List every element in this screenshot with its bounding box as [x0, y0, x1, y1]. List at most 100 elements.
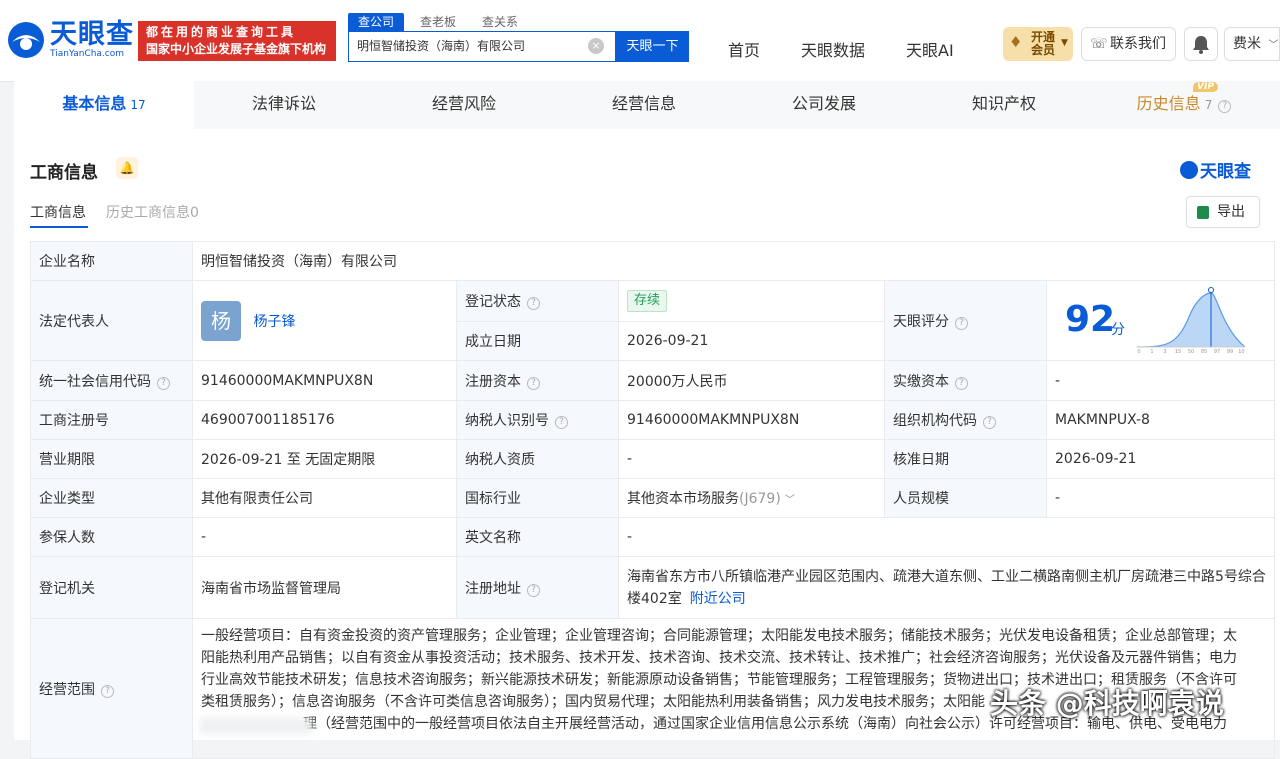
address-cell: 海南省东方市八所镇临港产业园区范围内、疏港大道东侧、工业二横路南侧主机厂房疏港三…	[617, 556, 1276, 619]
notification-bell-icon[interactable]	[1184, 27, 1218, 61]
credit-code-value: 91460000MAKMNPUX8N	[192, 360, 457, 401]
tab-history[interactable]: 历史信息 7?	[1094, 81, 1274, 129]
staff-label: 人员规模	[884, 478, 1047, 518]
reg-status-cell: 存续	[618, 280, 885, 322]
caret-down-icon: ▼	[1061, 38, 1068, 48]
axis-tick-label: 1	[1150, 349, 1153, 355]
help-icon[interactable]: ?	[955, 376, 968, 390]
search-type-tabs: 查公司 查老板 查关系	[348, 13, 534, 31]
tab-label: 经营风险	[431, 94, 496, 113]
slogan-banner: 都在用的商业查询工具 国家中小企业发展子基金旗下机构	[138, 21, 336, 61]
distribution-area	[1137, 293, 1245, 347]
approval-date-label: 核准日期	[884, 439, 1047, 479]
tab-operation[interactable]: 经营信息	[554, 81, 734, 129]
monitor-bell-icon[interactable]: 🔔	[116, 157, 138, 179]
scope-line: 一般经营项目：自有资金投资的资产管理服务；企业管理；企业管理咨询；合同能源管理；…	[201, 628, 1237, 644]
subtab-business-info[interactable]: 工商信息	[30, 202, 86, 222]
help-icon[interactable]: ?	[157, 376, 170, 390]
industry-value: 其他资本市场服务	[627, 491, 739, 507]
address-label: 注册地址?	[456, 556, 619, 619]
nearby-companies-link[interactable]: 附近公司	[690, 591, 746, 607]
legal-rep-link[interactable]: 杨子锋	[253, 314, 295, 330]
help-icon[interactable]: ?	[527, 376, 540, 390]
eye-logo-icon	[6, 20, 46, 60]
taxpayer-id-label-text: 纳税人识别号	[465, 413, 549, 429]
tab-legal[interactable]: 法律诉讼	[194, 81, 374, 129]
axis-tick-label: 97	[1214, 349, 1220, 355]
established-value: 2026-09-21	[618, 321, 885, 361]
table-row: 登记机关 海南省市场监督管理局 注册地址? 海南省东方市八所镇临港产业园区范围内…	[30, 556, 1276, 619]
export-button[interactable]: 导出	[1186, 196, 1260, 228]
taxpayer-qual-label: 纳税人资质	[456, 439, 619, 479]
help-icon[interactable]: ?	[555, 416, 568, 429]
help-icon[interactable]: ?	[955, 316, 968, 330]
axis-tick-label: 85	[1201, 349, 1207, 355]
type-label: 企业类型	[30, 478, 193, 518]
search-tab-boss[interactable]: 查老板	[410, 13, 466, 31]
axis-tick-label: 15	[1175, 349, 1181, 355]
tab-risk[interactable]: 经营风险	[374, 81, 554, 129]
tab-basic-info[interactable]: 基本信息 17	[14, 81, 194, 129]
english-label: 英文名称	[456, 517, 619, 557]
blurred-text-overlay	[200, 718, 312, 734]
reg-no-label: 工商注册号	[30, 400, 193, 440]
org-code-value: MAKMNPUX-8	[1045, 400, 1276, 440]
score-cell[interactable]: 92 分 0 1 3 15 50 85 97 99 100	[1045, 280, 1276, 361]
phone-icon: ☏	[1090, 36, 1108, 52]
type-value: 其他有限责任公司	[192, 478, 457, 518]
english-value: -	[617, 517, 1276, 557]
help-icon[interactable]: ?	[527, 583, 540, 597]
tab-count: 17	[130, 98, 146, 112]
nav-home[interactable]: 首页	[728, 37, 760, 61]
company-tabs: 基本信息 17 法律诉讼 经营风险 经营信息 公司发展 知识产权 历史信息 7?	[14, 81, 1280, 129]
established-label: 成立日期	[456, 321, 619, 361]
reg-status-label: 登记状态?	[456, 280, 619, 322]
search-button[interactable]: 天眼一下	[616, 31, 689, 62]
org-code-label-text: 组织机构代码	[893, 413, 977, 429]
user-menu[interactable]: 费米 ﹀	[1224, 27, 1280, 61]
chevron-down-icon: ﹀	[784, 495, 795, 506]
tab-ip[interactable]: 知识产权	[914, 81, 1094, 129]
axis-tick-label: 50	[1188, 349, 1194, 355]
scope-line: 阳能热利用产品销售；以自有资金从事投资活动；技术服务、技术开发、技术咨询、技术交…	[201, 650, 1237, 666]
tab-label: 经营信息	[611, 94, 676, 113]
nav-ai[interactable]: 天眼AI	[906, 37, 954, 61]
status-badge: 存续	[627, 290, 668, 312]
tab-development[interactable]: 公司发展	[734, 81, 914, 129]
table-row: 统一社会信用代码? 91460000MAKMNPUX8N 注册资本? 20000…	[30, 360, 1276, 401]
term-value: 2026-09-21 至 无固定期限	[192, 439, 457, 479]
authority-label: 登记机关	[30, 556, 193, 619]
help-icon[interactable]: ?	[1218, 100, 1232, 113]
business-info-card: 工商信息 🔔 天眼查 工商信息 历史工商信息0 导出 企业名称 明恒智储投资（海…	[14, 129, 1280, 759]
nav-data[interactable]: 天眼数据	[801, 37, 865, 61]
subtab-history-business-info[interactable]: 历史工商信息0	[106, 202, 199, 222]
table-row: 工商注册号 469007001185176 纳税人识别号? 91460000MA…	[30, 400, 1276, 440]
toutiao-watermark: 头条 @科技啊袁说	[990, 687, 1224, 720]
search-tab-company[interactable]: 查公司	[348, 13, 405, 31]
reg-capital-value: 20000万人民币	[618, 360, 885, 401]
logo-name: 天眼查	[50, 19, 134, 50]
tab-label: 历史信息	[1136, 94, 1201, 113]
score-label-text: 天眼评分	[893, 313, 949, 330]
help-icon[interactable]: ?	[101, 684, 114, 698]
help-icon[interactable]: ?	[983, 416, 996, 429]
clear-icon[interactable]: ×	[588, 38, 604, 54]
help-icon[interactable]: ?	[527, 297, 540, 310]
tianyancha-logo[interactable]: 天眼查 TianYanCha.com	[6, 20, 134, 60]
industry-cell[interactable]: 其他资本市场服务(J679) ﹀	[618, 478, 885, 518]
search-tab-relation[interactable]: 查关系	[472, 13, 528, 31]
company-name-value: 明恒智储投资（海南）有限公司	[191, 241, 1276, 281]
vip-tag: VIP	[1193, 82, 1218, 92]
contact-us-button[interactable]: ☏ 联系我们	[1081, 27, 1176, 61]
taxpayer-qual-value: -	[618, 439, 885, 479]
search-input[interactable]: 明恒智储投资（海南）有限公司	[348, 31, 616, 62]
table-row: 法定代表人 杨 杨子锋 登记状态? 存续 天眼评分? 92 分 0 1 3 15 50 8…	[30, 280, 1276, 361]
reg-capital-label: 注册资本?	[456, 360, 619, 401]
table-row: 企业类型 其他有限责任公司 国标行业 其他资本市场服务(J679) ﹀ 人员规模 …	[30, 478, 1276, 518]
tab-label: 知识产权	[971, 94, 1036, 113]
avatar[interactable]: 杨	[201, 300, 241, 341]
reg-status-label-text: 登记状态	[465, 294, 521, 310]
table-row: 参保人数 - 英文名称 -	[30, 517, 1276, 557]
brand-name: 天眼查	[1200, 162, 1251, 182]
open-vip-button[interactable]: ♦ 开通 会员 ▼	[1003, 27, 1073, 61]
